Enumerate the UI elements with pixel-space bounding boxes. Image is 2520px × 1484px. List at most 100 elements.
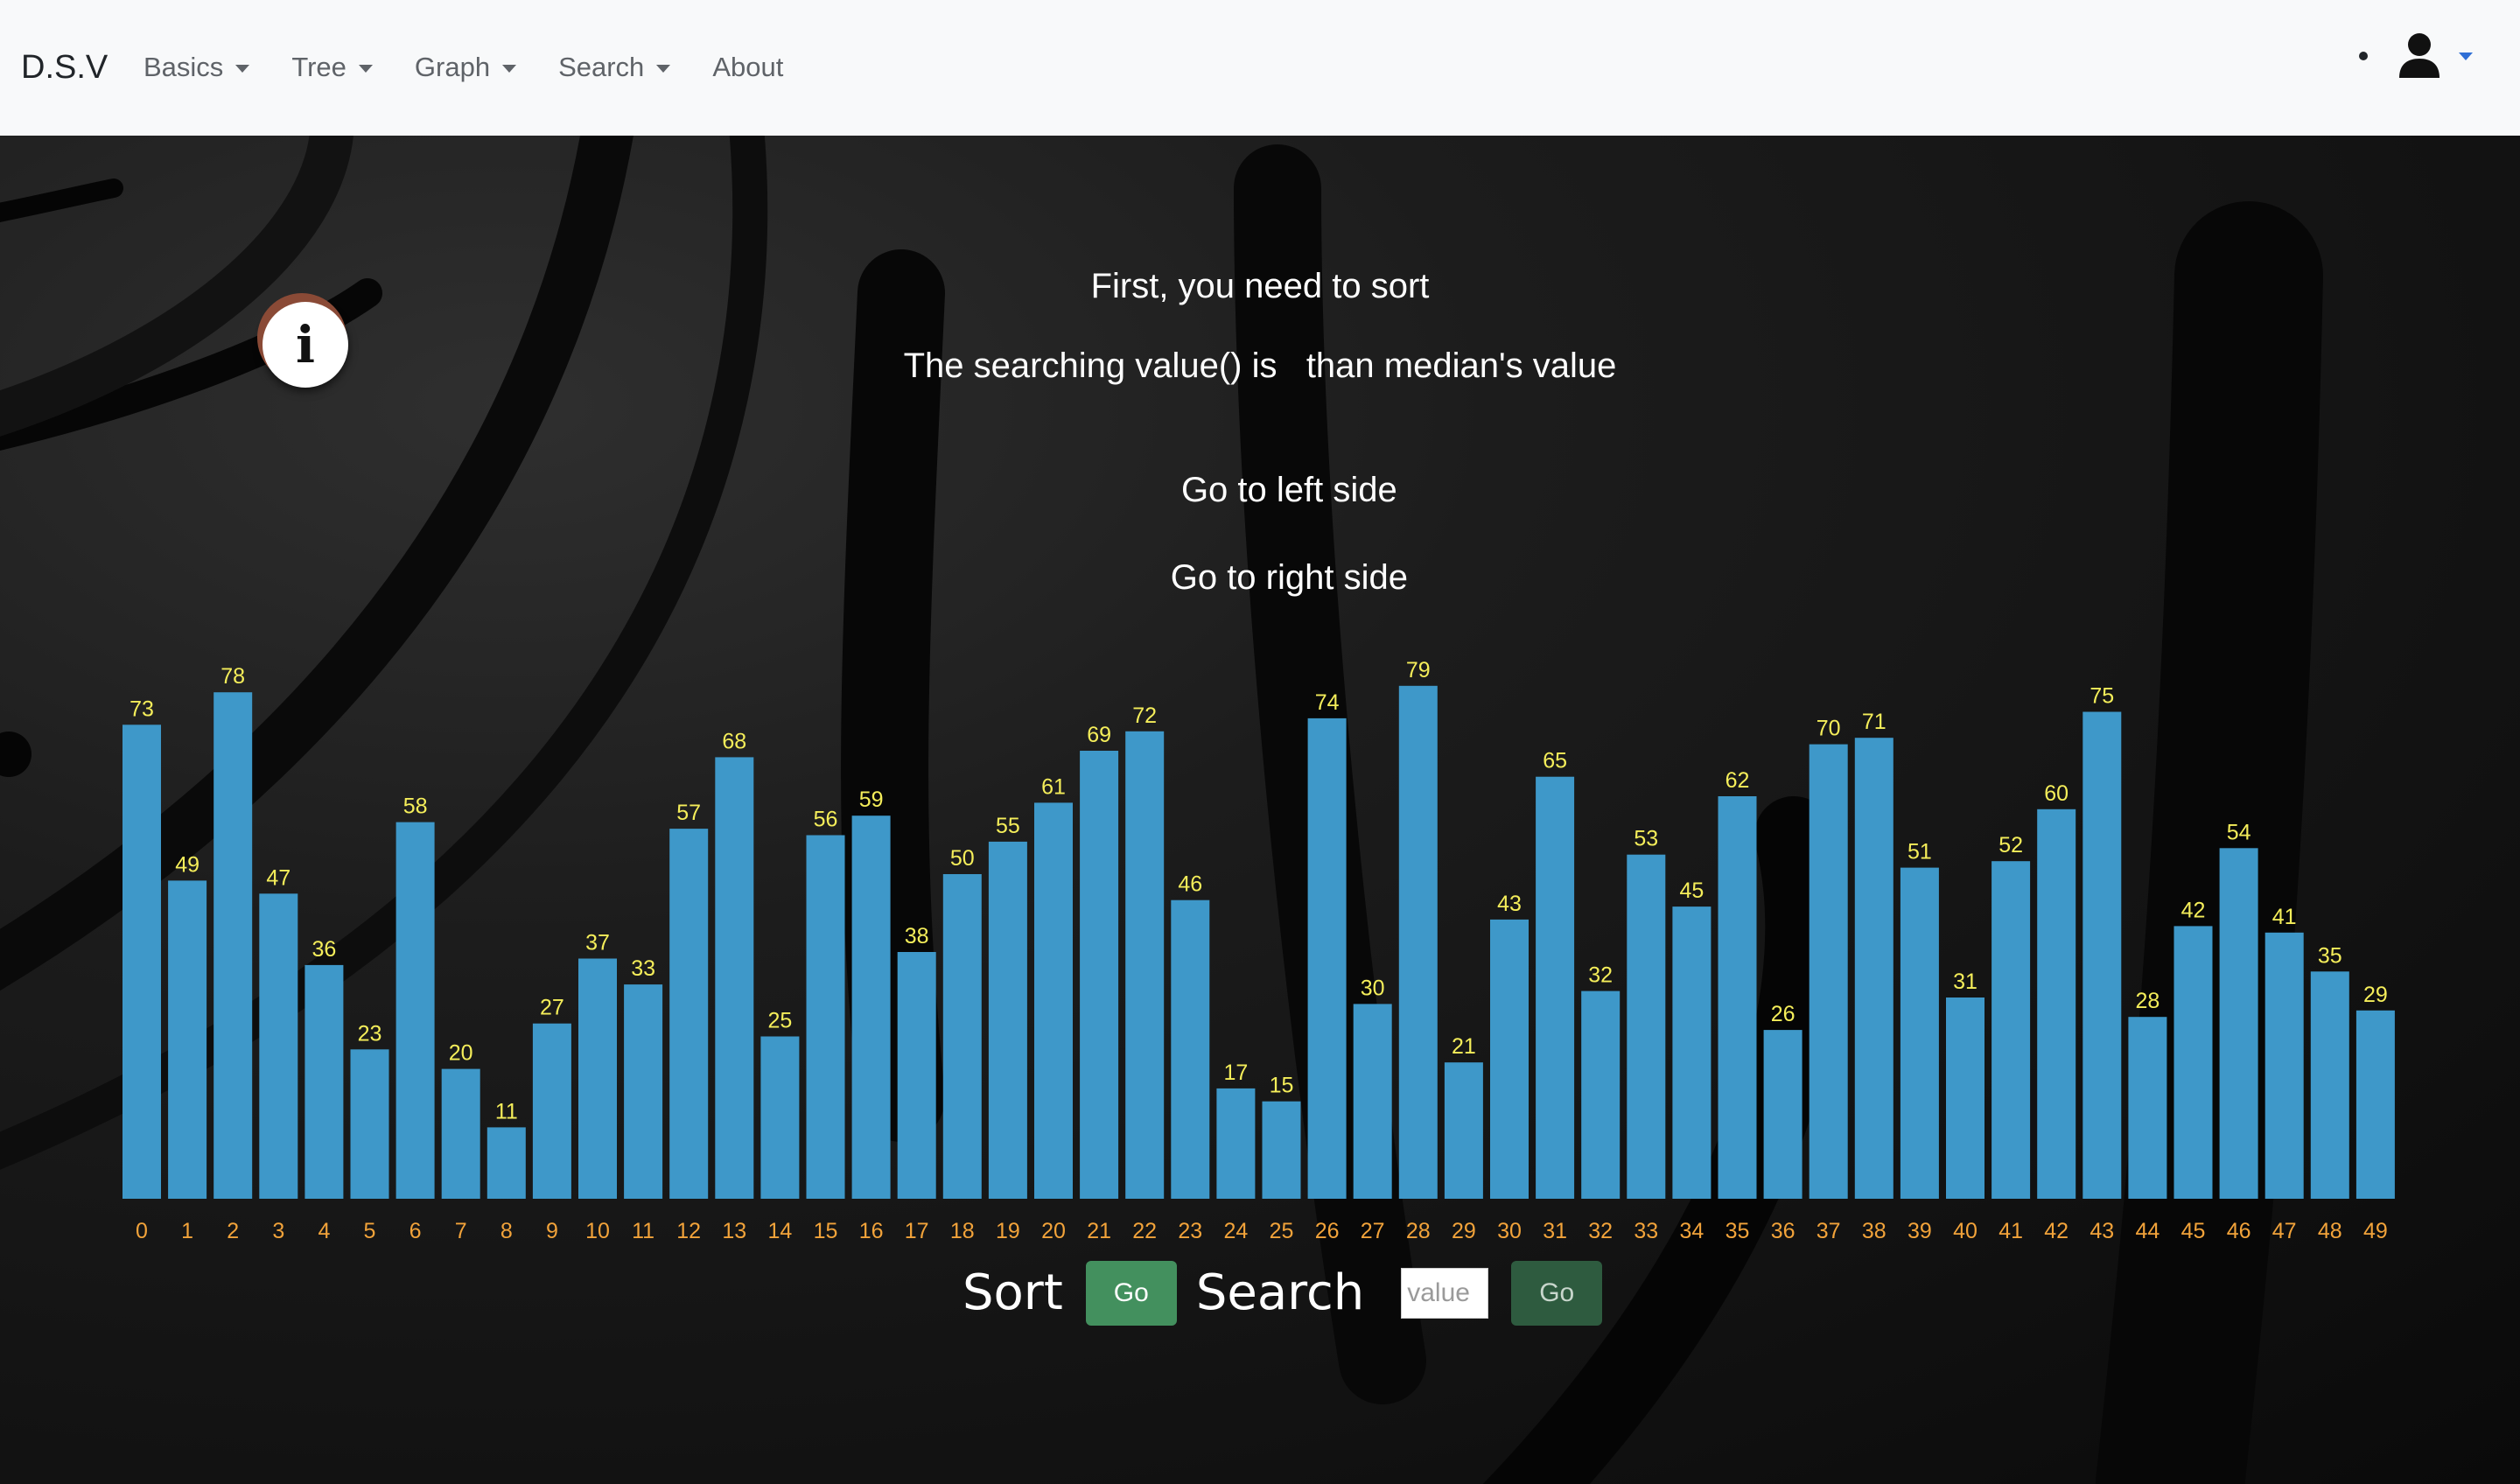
bar-value-label: 38: [905, 924, 929, 948]
bar-index-label: 27: [1361, 1219, 1385, 1243]
nav-search-label: Search: [558, 52, 645, 82]
nav-basics-label: Basics: [144, 52, 224, 82]
bar-35: [1718, 796, 1757, 1199]
bar-value-label: 51: [1908, 840, 1932, 864]
bar-value-label: 55: [996, 814, 1020, 838]
bar-16: [851, 816, 891, 1199]
bar-18: [942, 874, 982, 1199]
navbar: D.S.V Basics Tree Graph Search About: [0, 0, 2520, 136]
bar-5: [350, 1049, 389, 1199]
bar-index-label: 42: [2044, 1219, 2068, 1243]
bar-33: [1627, 854, 1666, 1199]
bar-42: [2037, 808, 2076, 1199]
visualization-stage: i First, you need to sort The searching …: [0, 136, 2520, 1484]
bar-value-label: 50: [950, 846, 975, 871]
sort-go-button[interactable]: Go: [1085, 1261, 1177, 1326]
bar-11: [624, 984, 663, 1199]
bar-46: [2219, 848, 2258, 1199]
bar-29: [1444, 1062, 1483, 1199]
nav-about-link[interactable]: About: [691, 46, 804, 89]
bar-index-label: 33: [1634, 1219, 1658, 1243]
bar-index-label: 7: [455, 1219, 467, 1243]
brand-logo[interactable]: D.S.V: [21, 46, 108, 89]
bar-value-label: 29: [2363, 983, 2388, 1007]
bar-index-label: 30: [1497, 1219, 1522, 1243]
bar-26: [1307, 718, 1347, 1199]
bar-13: [715, 757, 754, 1199]
bar-value-label: 68: [722, 729, 746, 753]
bar-value-label: 65: [1543, 749, 1567, 774]
bar-value-label: 57: [676, 801, 701, 825]
bar-index-label: 36: [1771, 1219, 1796, 1243]
bar-index-label: 40: [1953, 1219, 1978, 1243]
bar-value-label: 69: [1087, 723, 1111, 747]
bar-30: [1490, 919, 1529, 1199]
bar-value-label: 45: [1679, 878, 1704, 903]
bar-index-label: 23: [1178, 1219, 1202, 1243]
nav-graph-dropdown[interactable]: Graph: [394, 46, 537, 89]
status-dot-icon: [2359, 52, 2368, 60]
bar-38: [1854, 738, 1894, 1199]
bar-index-label: 15: [814, 1219, 838, 1243]
bar-value-label: 15: [1270, 1074, 1294, 1098]
bar-44: [2128, 1017, 2167, 1199]
bar-43: [2082, 711, 2122, 1199]
bar-value-label: 75: [2090, 684, 2114, 709]
nav-menu: Basics Tree Graph Search About: [122, 46, 804, 89]
bar-6: [396, 822, 435, 1199]
bar-index-label: 12: [676, 1219, 701, 1243]
bar-index-label: 14: [767, 1219, 792, 1243]
user-icon[interactable]: [2398, 32, 2441, 80]
bar-27: [1353, 1004, 1392, 1199]
bar-value-label: 46: [1178, 872, 1202, 897]
bar-value-label: 28: [2135, 989, 2160, 1013]
search-value-input[interactable]: [1401, 1268, 1489, 1319]
bar-index-label: 24: [1223, 1219, 1248, 1243]
bar-value-label: 32: [1588, 963, 1613, 988]
bar-index-label: 35: [1726, 1219, 1750, 1243]
bar-index-label: 2: [227, 1219, 239, 1243]
bar-21: [1080, 751, 1119, 1199]
bar-24: [1216, 1088, 1256, 1199]
user-menu[interactable]: [2359, 32, 2473, 80]
bar-value-label: 54: [2227, 820, 2251, 844]
sort-label: Sort: [962, 1264, 1063, 1321]
bar-2: [214, 692, 253, 1199]
caret-down-icon: [502, 64, 517, 73]
bar-22: [1125, 731, 1165, 1199]
bar-value-label: 11: [495, 1099, 518, 1124]
bar-value-label: 73: [130, 696, 154, 721]
bar-7: [441, 1068, 480, 1199]
bar-value-label: 72: [1132, 704, 1157, 728]
bar-48: [2310, 971, 2349, 1199]
bar-index-label: 31: [1543, 1219, 1567, 1243]
bar-index-label: 41: [1998, 1219, 2023, 1243]
bar-value-label: 35: [2318, 943, 2342, 968]
search-go-button[interactable]: Go: [1511, 1261, 1603, 1326]
bar-index-label: 8: [500, 1219, 513, 1243]
bar-value-label: 42: [2181, 898, 2206, 922]
nav-tree-dropdown[interactable]: Tree: [270, 46, 394, 89]
bar-index-label: 13: [722, 1219, 746, 1243]
bar-36: [1763, 1030, 1802, 1199]
bar-1: [168, 880, 207, 1199]
nav-search-dropdown[interactable]: Search: [537, 46, 691, 89]
nav-basics-dropdown[interactable]: Basics: [122, 46, 270, 89]
bar-index-label: 38: [1862, 1219, 1886, 1243]
bar-index-label: 34: [1679, 1219, 1704, 1243]
bar-10: [578, 958, 617, 1199]
app-root: D.S.V Basics Tree Graph Search About i F…: [0, 0, 2520, 1484]
bar-45: [2174, 926, 2213, 1199]
user-caret-down-icon[interactable]: [2459, 52, 2473, 60]
bar-index-label: 32: [1588, 1219, 1613, 1243]
bar-value-label: 47: [266, 865, 290, 890]
bar-34: [1672, 906, 1712, 1199]
bar-value-label: 41: [2272, 905, 2297, 929]
bar-value-label: 36: [312, 937, 336, 962]
bar-index-label: 39: [1908, 1219, 1932, 1243]
bar-index-label: 9: [546, 1219, 558, 1243]
bar-49: [2356, 1010, 2395, 1199]
bar-41: [1992, 861, 2031, 1199]
chart-bars: 7304917824733642355862071182793710331157…: [122, 658, 2395, 1243]
bar-index-label: 43: [2090, 1219, 2114, 1243]
